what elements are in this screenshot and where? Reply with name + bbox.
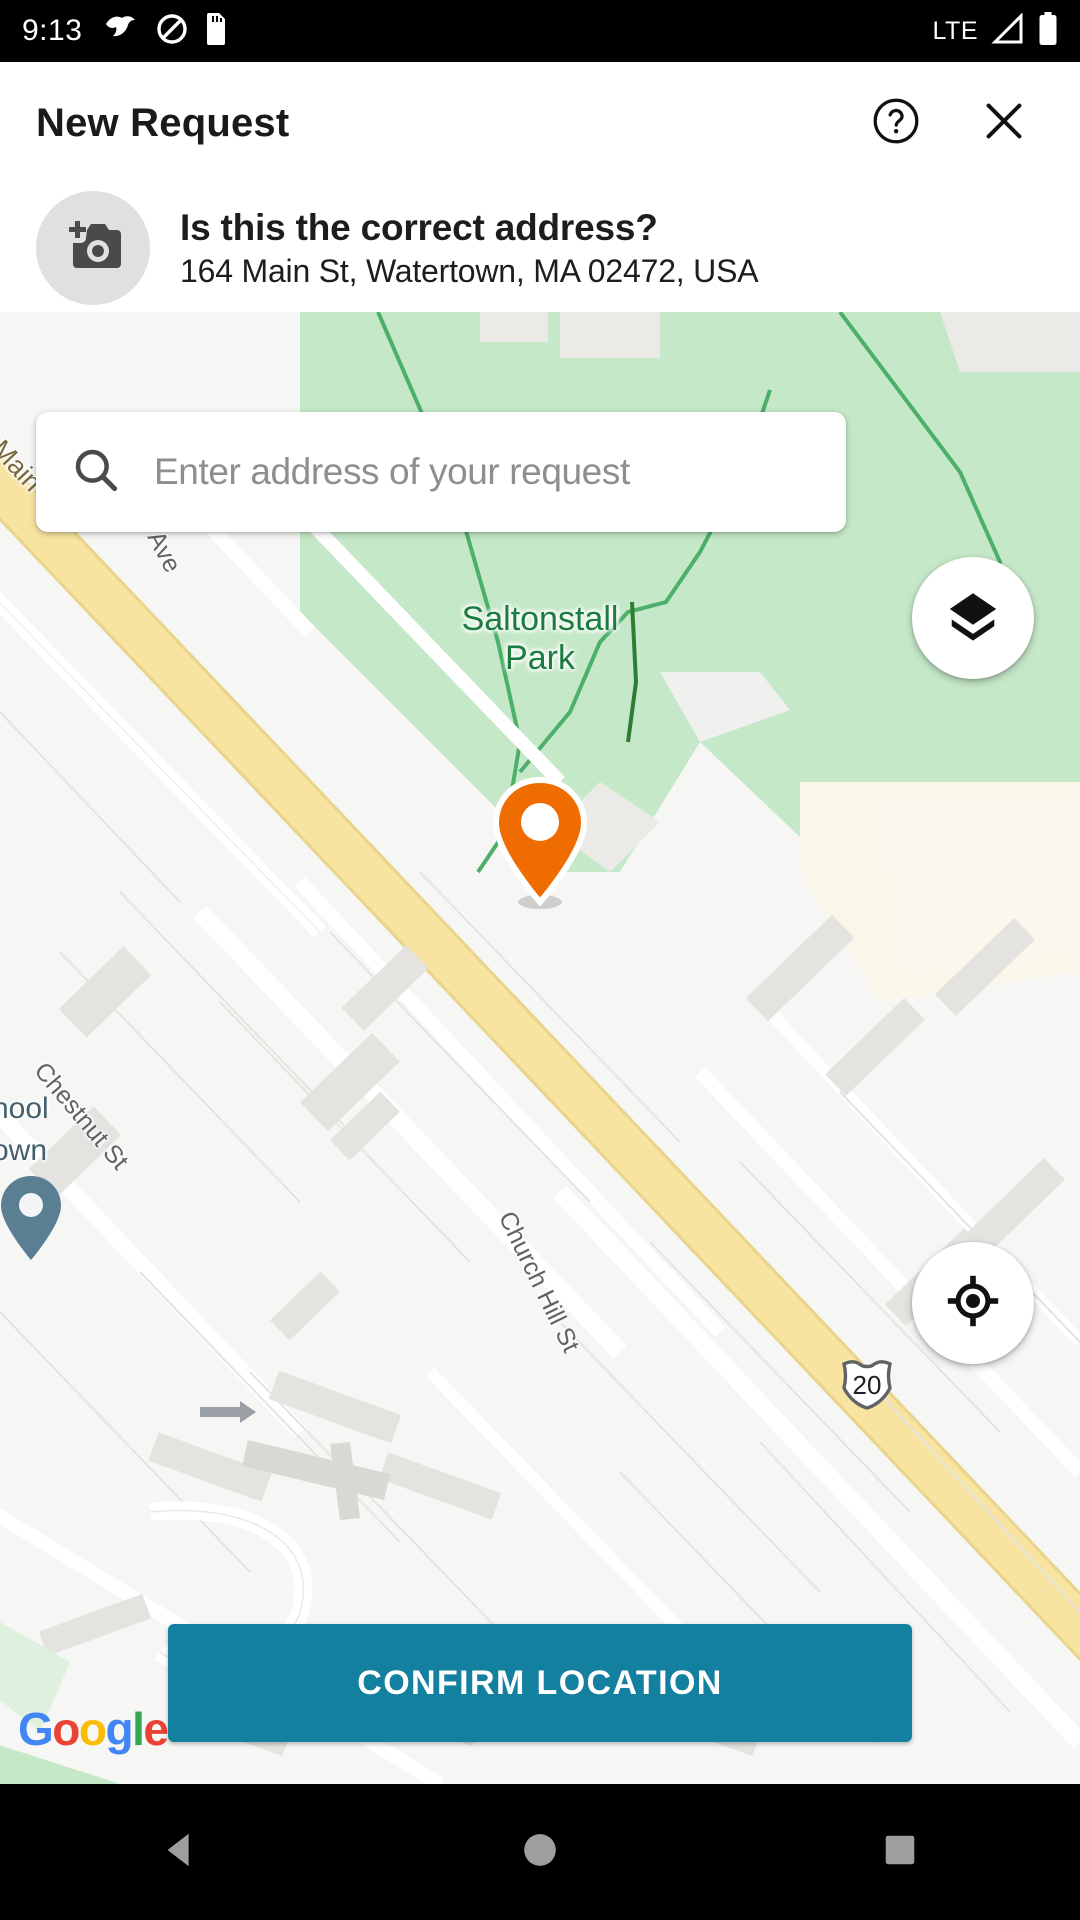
my-location-button[interactable] <box>912 1242 1034 1364</box>
status-clock: 9:13 <box>22 14 83 47</box>
layers-icon <box>944 587 1002 650</box>
home-circle-icon <box>520 1830 560 1875</box>
route-shield-20: 20 <box>842 1360 892 1410</box>
nav-recents-button[interactable] <box>840 1792 960 1912</box>
status-bar: 9:13 LTE <box>0 0 1080 62</box>
sd-card-icon <box>206 12 228 50</box>
google-letter-l: l <box>132 1703 145 1755</box>
signal-icon <box>990 11 1026 50</box>
help-circle-icon <box>870 95 922 152</box>
confirm-location-button[interactable]: CONFIRM LOCATION <box>168 1624 912 1742</box>
google-attribution-logo: Google <box>18 1702 169 1756</box>
google-letter-o2: o <box>78 1703 107 1755</box>
prompt-address: 164 Main St, Watertown, MA 02472, USA <box>180 252 759 289</box>
my-location-icon <box>945 1273 1001 1334</box>
address-search-field[interactable]: Enter address of your request <box>36 412 846 532</box>
google-letter-g2: g <box>105 1703 134 1755</box>
poi-pin-marker[interactable] <box>0 1172 66 1264</box>
close-button[interactable] <box>978 97 1030 149</box>
add-photo-camera-icon <box>61 217 125 280</box>
search-input-placeholder: Enter address of your request <box>154 451 630 492</box>
page-title: New Request <box>36 100 290 145</box>
network-type-label: LTE <box>932 16 978 45</box>
close-icon <box>979 96 1029 151</box>
do-not-disturb-icon <box>156 13 188 50</box>
help-button[interactable] <box>870 97 922 149</box>
address-prompt-bar: Is this the correct address? 164 Main St… <box>0 184 1080 312</box>
status-system-icons: LTE <box>932 11 1059 51</box>
google-letter-e: e <box>143 1703 169 1755</box>
battery-icon <box>1038 11 1058 51</box>
map-layers-button[interactable] <box>912 557 1034 679</box>
header-actions <box>870 97 1044 149</box>
address-prompt-text: Is this the correct address? 164 Main St… <box>180 206 759 290</box>
back-triangle-icon <box>157 1827 203 1878</box>
app-header: New Request <box>0 62 1080 184</box>
location-pin-marker[interactable] <box>488 776 592 912</box>
prompt-question: Is this the correct address? <box>180 206 658 248</box>
google-letter-g: G <box>18 1703 54 1755</box>
nav-back-button[interactable] <box>120 1792 240 1912</box>
bird-notification-icon <box>104 14 138 49</box>
map-graphics <box>0 312 1080 1784</box>
map-canvas[interactable]: Main St Whites Ave Saltonstall Park Ches… <box>0 312 1080 1784</box>
android-navigation-bar <box>0 1784 1080 1920</box>
google-letter-o1: o <box>52 1703 80 1755</box>
status-notification-icons <box>104 12 228 50</box>
recents-square-icon <box>881 1831 919 1874</box>
add-photo-button[interactable] <box>36 191 150 305</box>
route-shield-number: 20 <box>853 1370 882 1400</box>
nav-home-button[interactable] <box>480 1792 600 1912</box>
search-icon <box>70 444 122 501</box>
